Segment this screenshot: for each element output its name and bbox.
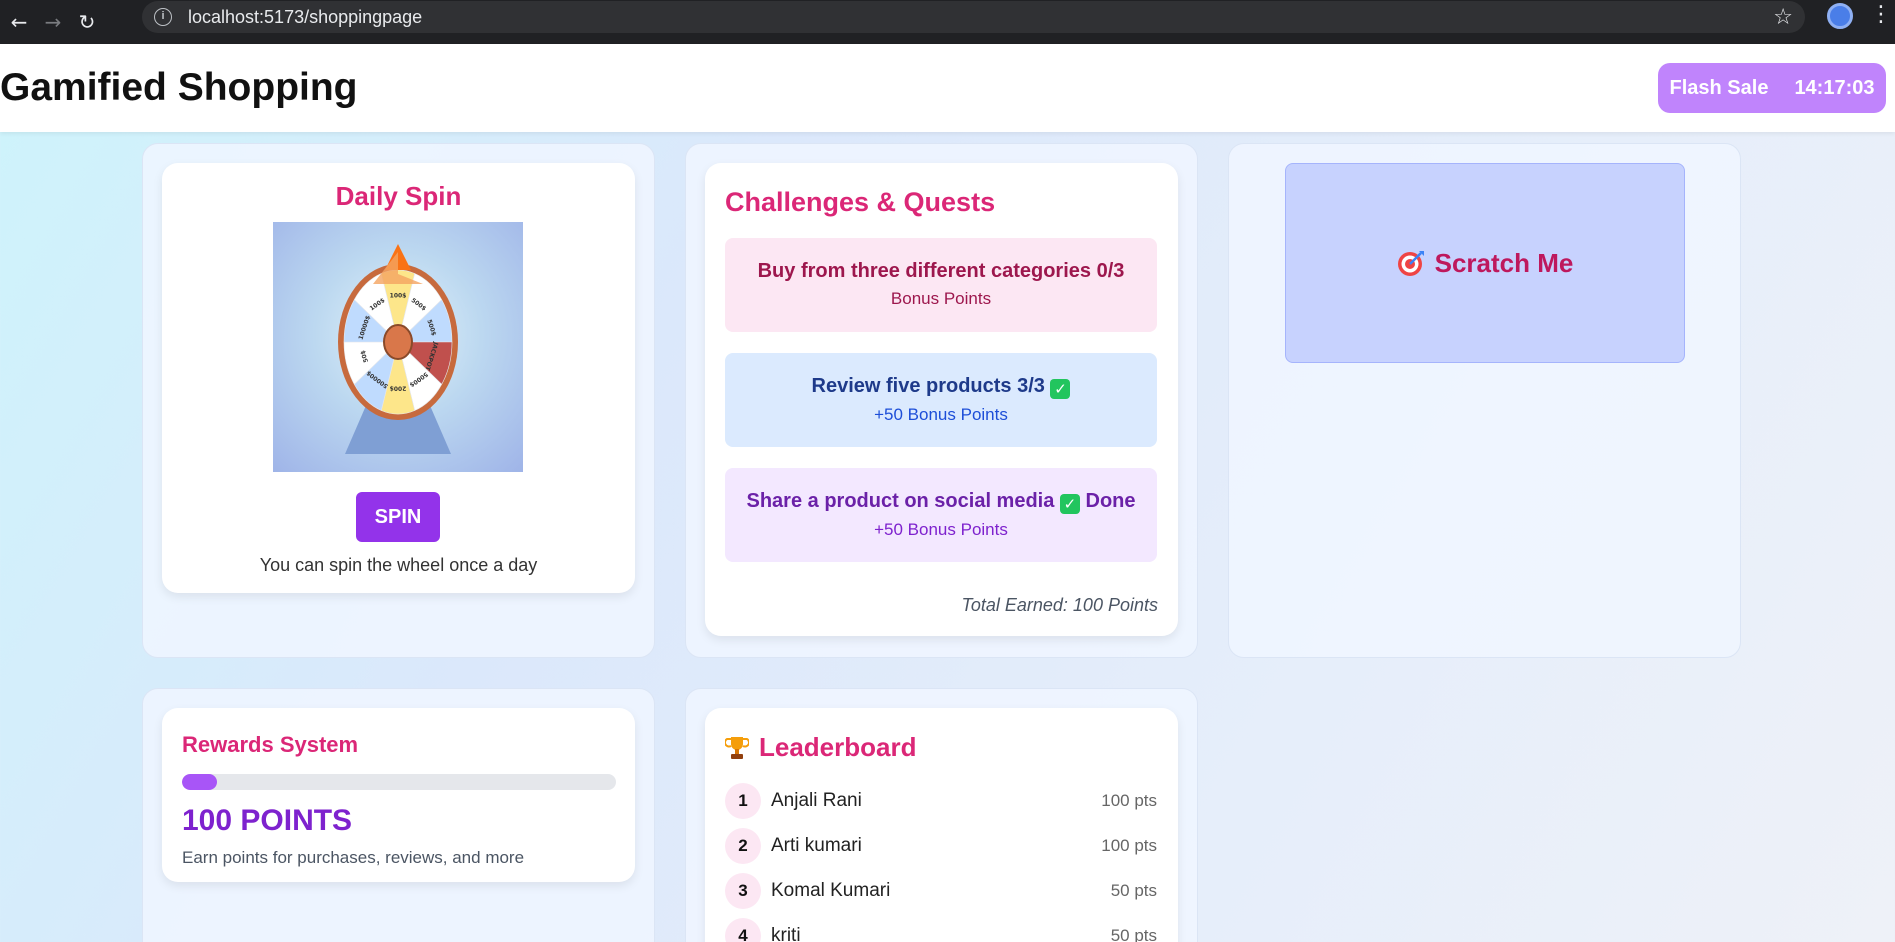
- rewards-card: Rewards System 100 POINTS Earn points fo…: [162, 708, 635, 882]
- quest-reward: Bonus Points: [890, 289, 992, 308]
- check-mark-icon: ✓: [1050, 379, 1071, 399]
- total-earned: Total Earned: 100 Points: [961, 595, 1158, 615]
- leaderboard-row: 3 Komal Kumari 50 pts: [725, 873, 1157, 909]
- trophy-icon: [725, 736, 749, 759]
- daily-spin-title: Daily Spin: [335, 181, 462, 211]
- spin-button[interactable]: SPIN: [356, 492, 440, 542]
- site-info-icon[interactable]: i: [154, 8, 172, 26]
- browser-menu-icon[interactable]: ⋮: [1870, 2, 1892, 27]
- quest-reward: +50 Bonus Points: [874, 520, 1008, 539]
- target-icon: [1397, 251, 1424, 276]
- rewards-progress-fill: [182, 774, 217, 790]
- url-text[interactable]: localhost:5173/shoppingpage: [188, 7, 422, 28]
- challenges-card: Challenges & Quests Buy from three diffe…: [705, 163, 1178, 636]
- scratch-label: Scratch Me: [1434, 247, 1574, 278]
- flash-sale-timer: 14:17:03: [1794, 76, 1875, 99]
- address-bar[interactable]: i localhost:5173/shoppingpage ☆: [142, 1, 1805, 33]
- player-points: 50 pts: [1110, 881, 1157, 900]
- leaderboard-row: 4 kriti 50 pts: [725, 918, 1157, 942]
- player-points: 100 pts: [1101, 836, 1157, 855]
- rewards-description: Earn points for purchases, reviews, and …: [182, 848, 525, 867]
- quest-label-row: Share a product on social media ✓ Done: [725, 490, 1157, 514]
- forward-arrow-icon[interactable]: →: [36, 10, 70, 34]
- quest-label-row: Review five products 3/3 ✓: [725, 375, 1157, 399]
- spin-wheel-graphic: 100$500$500$JACKPOT5000$200$50000$50$100…: [338, 244, 458, 454]
- rank-badge: 3: [725, 873, 761, 909]
- bookmark-star-icon[interactable]: ☆: [1773, 5, 1793, 30]
- daily-spin-card: Daily Spin 100$ 500$ 500$ JACKPOT 5000$ 200$ 5…: [162, 163, 635, 593]
- quest-label: Share a product on social media: [746, 490, 1055, 512]
- reload-icon[interactable]: ↻: [70, 10, 104, 34]
- quest-status: Done: [1085, 490, 1136, 512]
- flash-sale-label: Flash Sale: [1669, 76, 1769, 99]
- player-name: Komal Kumari: [771, 880, 891, 901]
- spin-note: You can spin the wheel once a day: [259, 555, 538, 575]
- quest-item[interactable]: Review five products 3/3 ✓ +50 Bonus Poi…: [725, 353, 1157, 447]
- leaderboard-row: 1 Anjali Rani 100 pts: [725, 783, 1157, 819]
- rank-badge: 2: [725, 828, 761, 864]
- quest-reward: +50 Bonus Points: [874, 405, 1008, 424]
- quest-label: Review five products 3/3: [811, 375, 1045, 397]
- check-mark-icon: ✓: [1059, 494, 1080, 514]
- wheel-slice-label: 200$: [390, 385, 407, 392]
- scratch-card[interactable]: Scratch Me: [1285, 163, 1685, 363]
- back-arrow-icon[interactable]: ←: [2, 10, 36, 34]
- leaderboard-title: Leaderboard: [759, 732, 917, 762]
- quest-item[interactable]: Buy from three different categories 0/3 …: [725, 238, 1157, 332]
- rewards-progress-bar: [182, 774, 616, 790]
- browser-toolbar: ← → ↻ i localhost:5173/shoppingpage ☆ ⋮: [0, 0, 1895, 44]
- rank-badge: 1: [725, 783, 761, 819]
- quest-item[interactable]: Share a product on social media ✓ Done +…: [725, 468, 1157, 562]
- rank-badge: 4: [725, 918, 761, 942]
- leaderboard-row: 2 Arti kumari 100 pts: [725, 828, 1157, 864]
- page-title: Gamified Shopping: [0, 66, 358, 109]
- player-name: Anjali Rani: [771, 790, 862, 811]
- rewards-points: 100 POINTS: [182, 804, 353, 837]
- leaderboard-card: Leaderboard 1 Anjali Rani 100 pts 2 Arti…: [705, 708, 1178, 942]
- quest-label: Buy from three different categories 0/3: [757, 260, 1125, 282]
- player-points: 50 pts: [1110, 926, 1157, 942]
- challenges-title: Challenges & Quests: [725, 187, 996, 217]
- player-points: 100 pts: [1101, 791, 1157, 810]
- leaderboard-header: Leaderboard: [725, 732, 917, 763]
- player-name: kriti: [771, 925, 801, 942]
- profile-icon[interactable]: [1827, 3, 1853, 29]
- wheel-slice-label: 100$: [390, 292, 407, 299]
- spin-wheel-image[interactable]: 100$ 500$ 500$ JACKPOT 5000$ 200$ 50000$ 50$ 100…: [273, 222, 523, 472]
- flash-sale-badge[interactable]: Flash Sale 14:17:03: [1658, 63, 1886, 113]
- player-name: Arti kumari: [771, 835, 862, 856]
- rewards-title: Rewards System: [182, 732, 359, 757]
- app-header: Gamified Shopping Flash Sale 14:17:03: [0, 44, 1895, 132]
